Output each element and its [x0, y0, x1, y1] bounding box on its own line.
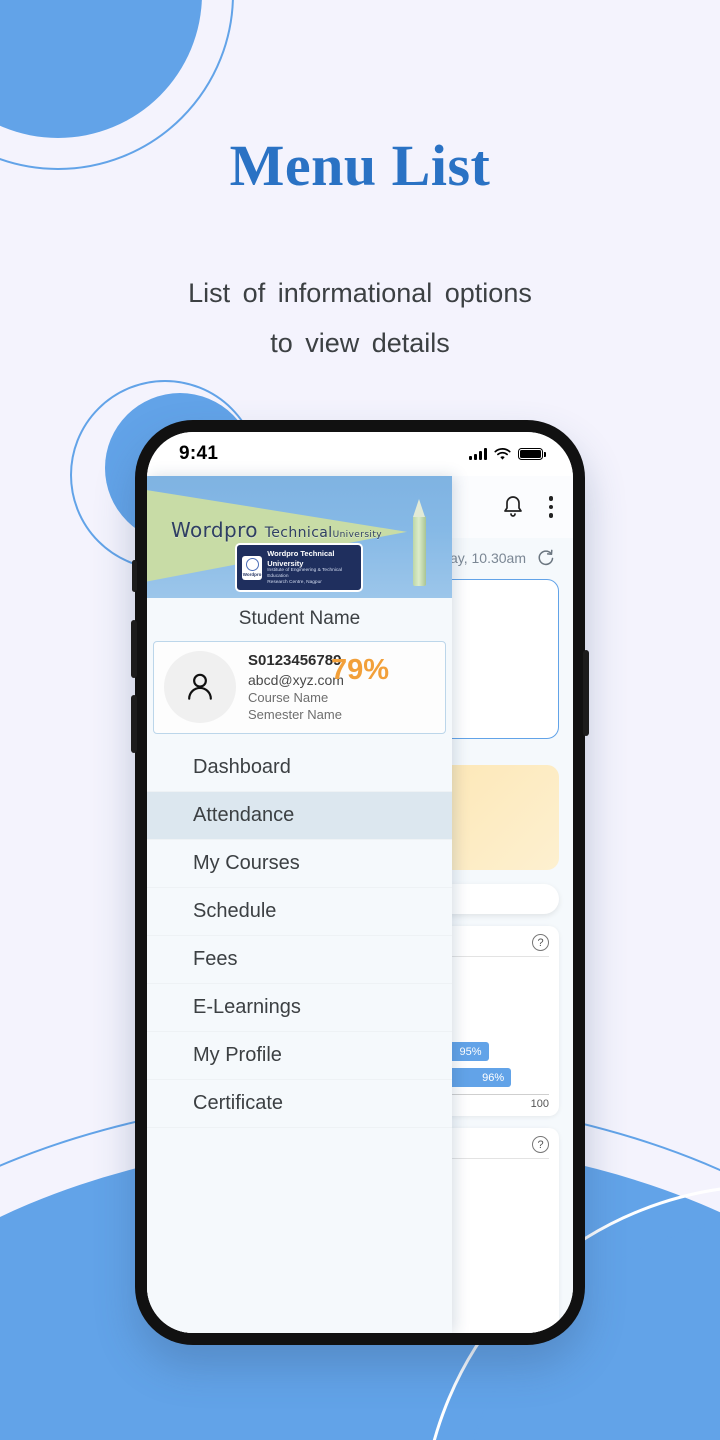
banner-title-small: University: [332, 530, 382, 540]
student-course: Course Name: [248, 690, 329, 706]
status-icons: [469, 447, 546, 461]
battery-full-icon: [518, 448, 546, 460]
banner-title: Wordpro TechnicalUniversity: [171, 518, 382, 542]
decor-top-left-disc: [0, 0, 202, 138]
menu-item-dashboard[interactable]: Dashboard: [147, 744, 452, 792]
drawer-banner: Wordpro TechnicalUniversity Wordpro Word…: [147, 476, 452, 598]
university-logo-card: Wordpro Wordpro Technical University Ins…: [235, 543, 363, 592]
menu-item-my-courses[interactable]: My Courses: [147, 840, 452, 888]
phone-volume-up-button[interactable]: [131, 620, 137, 678]
menu-item-my-profile[interactable]: My Profile: [147, 1032, 452, 1080]
page-subtitle-line1: List of informational options: [188, 278, 532, 308]
phone-mute-button[interactable]: [132, 560, 137, 592]
menu-item-certificate[interactable]: Certificate: [147, 1080, 452, 1128]
user-avatar-icon: [188, 674, 212, 701]
phone-mockup: 9:41 Today, 10.30am 79% ? 95% 96% 100 ? …: [131, 420, 589, 1345]
student-id: S0123456789: [248, 652, 342, 669]
banner-title-main: Wordpro: [171, 518, 258, 542]
help-circle-icon[interactable]: ?: [532, 1136, 549, 1153]
drawer-menu-list: Dashboard Attendance My Courses Schedule…: [147, 744, 452, 1128]
refresh-icon[interactable]: [536, 548, 555, 567]
phone-screen: 9:41 Today, 10.30am 79% ? 95% 96% 100 ? …: [147, 432, 573, 1333]
navigation-drawer: Wordpro TechnicalUniversity Wordpro Word…: [147, 476, 452, 1333]
page-subtitle-line2: to view details: [270, 328, 450, 358]
university-logo-lines: Wordpro Technical University Institute o…: [267, 549, 356, 586]
logo-line-1: Wordpro Technical University: [267, 549, 335, 568]
banner-title-sub: Technical: [264, 525, 333, 541]
attendance-donut-value: 79%: [330, 653, 390, 686]
help-circle-icon[interactable]: ?: [532, 934, 549, 951]
menu-item-e-learnings[interactable]: E-Learnings: [147, 984, 452, 1032]
menu-item-attendance[interactable]: Attendance: [147, 791, 452, 840]
logo-line-2: Institute of Engineering & Technical Edu…: [267, 568, 343, 580]
logo-line-3: Research Centre, Nagpur: [267, 580, 322, 586]
profile-details: S0123456789 abcd@xyz.com Course Name Sem…: [248, 651, 344, 724]
wifi-icon: [494, 447, 511, 460]
phone-volume-down-button[interactable]: [131, 695, 137, 753]
avatar: [164, 651, 236, 724]
status-clock: 9:41: [179, 443, 219, 464]
menu-item-fees[interactable]: Fees: [147, 936, 452, 984]
university-logo-icon: Wordpro: [242, 555, 263, 580]
status-bar: 9:41: [147, 432, 573, 476]
student-name: Student Name: [147, 598, 452, 641]
banner-pencil-icon: [413, 499, 426, 586]
student-email: abcd@xyz.com: [248, 671, 344, 688]
more-vertical-icon[interactable]: [548, 496, 553, 518]
signal-bars-icon: [469, 448, 487, 460]
page-subtitle: List of informational options to view de…: [110, 268, 610, 368]
page-root: Menu List List of informational options …: [0, 0, 720, 1440]
student-semester: Semester Name: [248, 707, 342, 723]
notification-bell-icon[interactable]: [501, 494, 525, 520]
phone-power-button[interactable]: [583, 650, 589, 736]
hbar-tick: 100: [530, 1098, 549, 1110]
page-title: Menu List: [229, 133, 491, 198]
menu-item-schedule[interactable]: Schedule: [147, 888, 452, 936]
student-profile-card[interactable]: S0123456789 abcd@xyz.com Course Name Sem…: [153, 641, 446, 734]
logo-mark-text: Wordpro: [242, 572, 262, 578]
